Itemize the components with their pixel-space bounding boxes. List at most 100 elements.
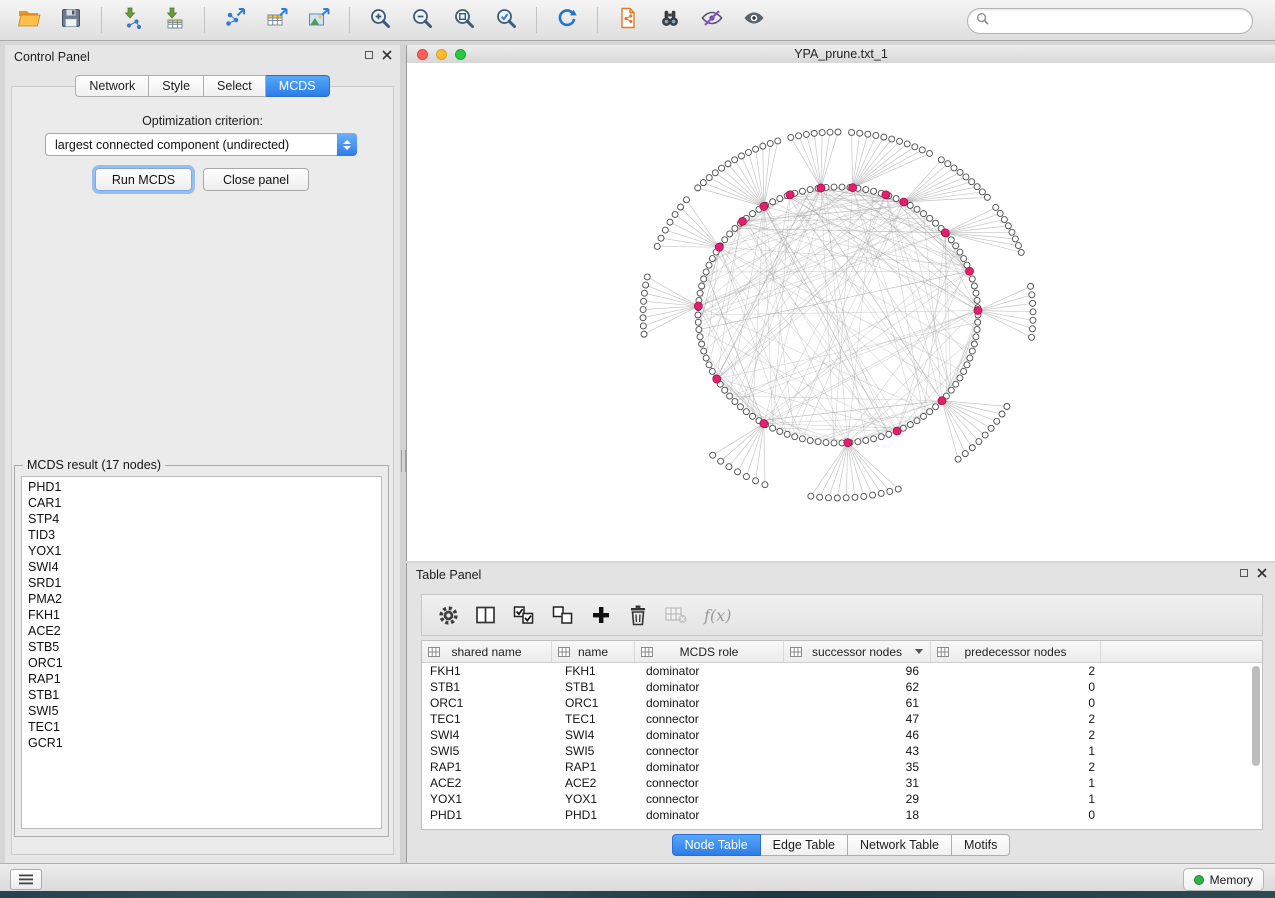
mcds-result-item[interactable]: FKH1 xyxy=(22,607,381,623)
refresh-icon xyxy=(555,6,579,35)
node-table: shared name name MCDS role successor nod… xyxy=(421,640,1263,830)
column-header-successor-nodes[interactable]: successor nodes xyxy=(784,641,931,662)
table-row[interactable]: ORC1 ORC1 dominator 61 0 xyxy=(422,695,1262,711)
tab-motifs[interactable]: Motifs xyxy=(952,834,1010,856)
float-panel-icon[interactable] xyxy=(1240,569,1248,577)
export-image-button[interactable] xyxy=(301,4,337,36)
mcds-result-item[interactable]: RAP1 xyxy=(22,671,381,687)
network-graph xyxy=(407,63,1275,561)
hide-details-button[interactable] xyxy=(694,4,730,36)
mcds-result-item[interactable]: STB5 xyxy=(22,639,381,655)
optimization-criterion-select[interactable]: largest connected component (undirected) xyxy=(45,133,357,156)
table-row[interactable]: FKH1 FKH1 dominator 96 2 xyxy=(422,663,1262,679)
export-table-button[interactable] xyxy=(259,4,295,36)
table-panel-tabs: Node Table Edge Table Network Table Moti… xyxy=(407,834,1275,856)
toolbar-separator xyxy=(349,7,350,33)
export-network-icon xyxy=(223,6,247,35)
mcds-result-item[interactable]: TID3 xyxy=(22,527,381,543)
table-row[interactable]: RAP1 RAP1 dominator 35 2 xyxy=(422,759,1262,775)
table-row[interactable]: SWI5 SWI5 connector 43 1 xyxy=(422,743,1262,759)
scrollbar-thumb[interactable] xyxy=(1252,666,1260,766)
show-details-button[interactable] xyxy=(736,4,772,36)
mcds-result-item[interactable]: PHD1 xyxy=(22,479,381,495)
zoom-selected-button[interactable] xyxy=(488,4,524,36)
cell-mcds-role: dominator xyxy=(635,759,784,775)
cell-name: STB1 xyxy=(552,679,635,695)
mcds-result-item[interactable]: SWI4 xyxy=(22,559,381,575)
mcds-result-item[interactable]: TEC1 xyxy=(22,719,381,735)
table-row[interactable]: STB1 STB1 dominator 62 0 xyxy=(422,679,1262,695)
column-header-mcds-role[interactable]: MCDS role xyxy=(635,641,784,662)
table-row[interactable]: PHD1 PHD1 dominator 18 0 xyxy=(422,807,1262,823)
tab-network[interactable]: Network xyxy=(75,75,149,97)
tab-select[interactable]: Select xyxy=(204,75,266,97)
zoom-out-button[interactable] xyxy=(404,4,440,36)
table-row[interactable]: YOX1 YOX1 connector 29 1 xyxy=(422,791,1262,807)
settings-gear-button[interactable] xyxy=(438,605,459,626)
column-header-predecessor-nodes[interactable]: predecessor nodes xyxy=(931,641,1101,662)
cell-filler xyxy=(1101,743,1262,759)
close-panel-button[interactable]: Close panel xyxy=(203,168,309,191)
tab-node-table[interactable]: Node Table xyxy=(672,834,761,856)
save-icon xyxy=(59,6,83,35)
mcds-result-list[interactable]: PHD1CAR1STP4TID3YOX1SWI4SRD1PMA2FKH1ACE2… xyxy=(21,476,382,829)
find-button[interactable] xyxy=(652,4,688,36)
import-network-button[interactable] xyxy=(114,4,150,36)
mcds-result-item[interactable]: SWI5 xyxy=(22,703,381,719)
table-row[interactable]: SWI4 SWI4 dominator 46 2 xyxy=(422,727,1262,743)
function-builder-button[interactable]: f(x) xyxy=(704,606,731,625)
search-box[interactable] xyxy=(967,8,1253,34)
open-folder-button[interactable] xyxy=(11,4,47,36)
close-panel-icon[interactable] xyxy=(1257,568,1267,578)
cell-filler xyxy=(1101,759,1262,775)
network-canvas[interactable] xyxy=(407,63,1275,561)
select-all-button[interactable] xyxy=(513,605,535,625)
refresh-button[interactable] xyxy=(549,4,585,36)
zoom-fit-button[interactable] xyxy=(446,4,482,36)
search-input[interactable] xyxy=(994,13,1244,29)
mcds-result-item[interactable]: CAR1 xyxy=(22,495,381,511)
column-header-shared-name[interactable]: shared name xyxy=(422,641,552,662)
tab-network-table[interactable]: Network Table xyxy=(848,834,952,856)
cell-filler xyxy=(1101,711,1262,727)
toolbar-separator xyxy=(101,7,102,33)
run-mcds-button[interactable]: Run MCDS xyxy=(95,168,192,191)
mcds-result-item[interactable]: YOX1 xyxy=(22,543,381,559)
table-row[interactable]: ACE2 ACE2 connector 31 1 xyxy=(422,775,1262,791)
show-columns-button[interactable] xyxy=(476,606,496,624)
add-column-button[interactable] xyxy=(591,605,611,625)
show-panels-button[interactable] xyxy=(10,869,42,890)
mcds-result-item[interactable]: PMA2 xyxy=(22,591,381,607)
zoom-in-button[interactable] xyxy=(362,4,398,36)
open-network-file-button[interactable] xyxy=(610,4,646,36)
mcds-result-item[interactable]: GCR1 xyxy=(22,735,381,751)
import-table-button[interactable] xyxy=(156,4,192,36)
cell-mcds-role: dominator xyxy=(635,695,784,711)
cell-filler xyxy=(1101,695,1262,711)
save-button[interactable] xyxy=(53,4,89,36)
delete-column-button[interactable] xyxy=(628,604,648,626)
column-header-name[interactable]: name xyxy=(552,641,635,662)
mcds-result-item[interactable]: ORC1 xyxy=(22,655,381,671)
tab-mcds[interactable]: MCDS xyxy=(266,75,330,97)
table-scrollbar[interactable] xyxy=(1251,663,1261,827)
table-row[interactable]: TEC1 TEC1 connector 47 2 xyxy=(422,711,1262,727)
optimization-criterion-label: Optimization criterion: xyxy=(5,114,400,128)
tab-style[interactable]: Style xyxy=(149,75,204,97)
cell-mcds-role: connector xyxy=(635,775,784,791)
mcds-result-item[interactable]: ACE2 xyxy=(22,623,381,639)
cell-successor-nodes: 96 xyxy=(784,663,931,679)
mcds-result-item[interactable]: STP4 xyxy=(22,511,381,527)
export-network-button[interactable] xyxy=(217,4,253,36)
import-table-disabled-icon xyxy=(665,606,687,624)
float-panel-icon[interactable] xyxy=(365,51,373,59)
mcds-result-item[interactable]: SRD1 xyxy=(22,575,381,591)
export-image-icon xyxy=(307,6,331,35)
mcds-result-item[interactable]: STB1 xyxy=(22,687,381,703)
tab-edge-table[interactable]: Edge Table xyxy=(761,834,848,856)
memory-button[interactable]: Memory xyxy=(1183,868,1264,891)
close-panel-icon[interactable] xyxy=(382,50,392,60)
deselect-all-button[interactable] xyxy=(552,605,574,625)
cell-filler xyxy=(1101,727,1262,743)
cell-shared-name: YOX1 xyxy=(422,791,552,807)
